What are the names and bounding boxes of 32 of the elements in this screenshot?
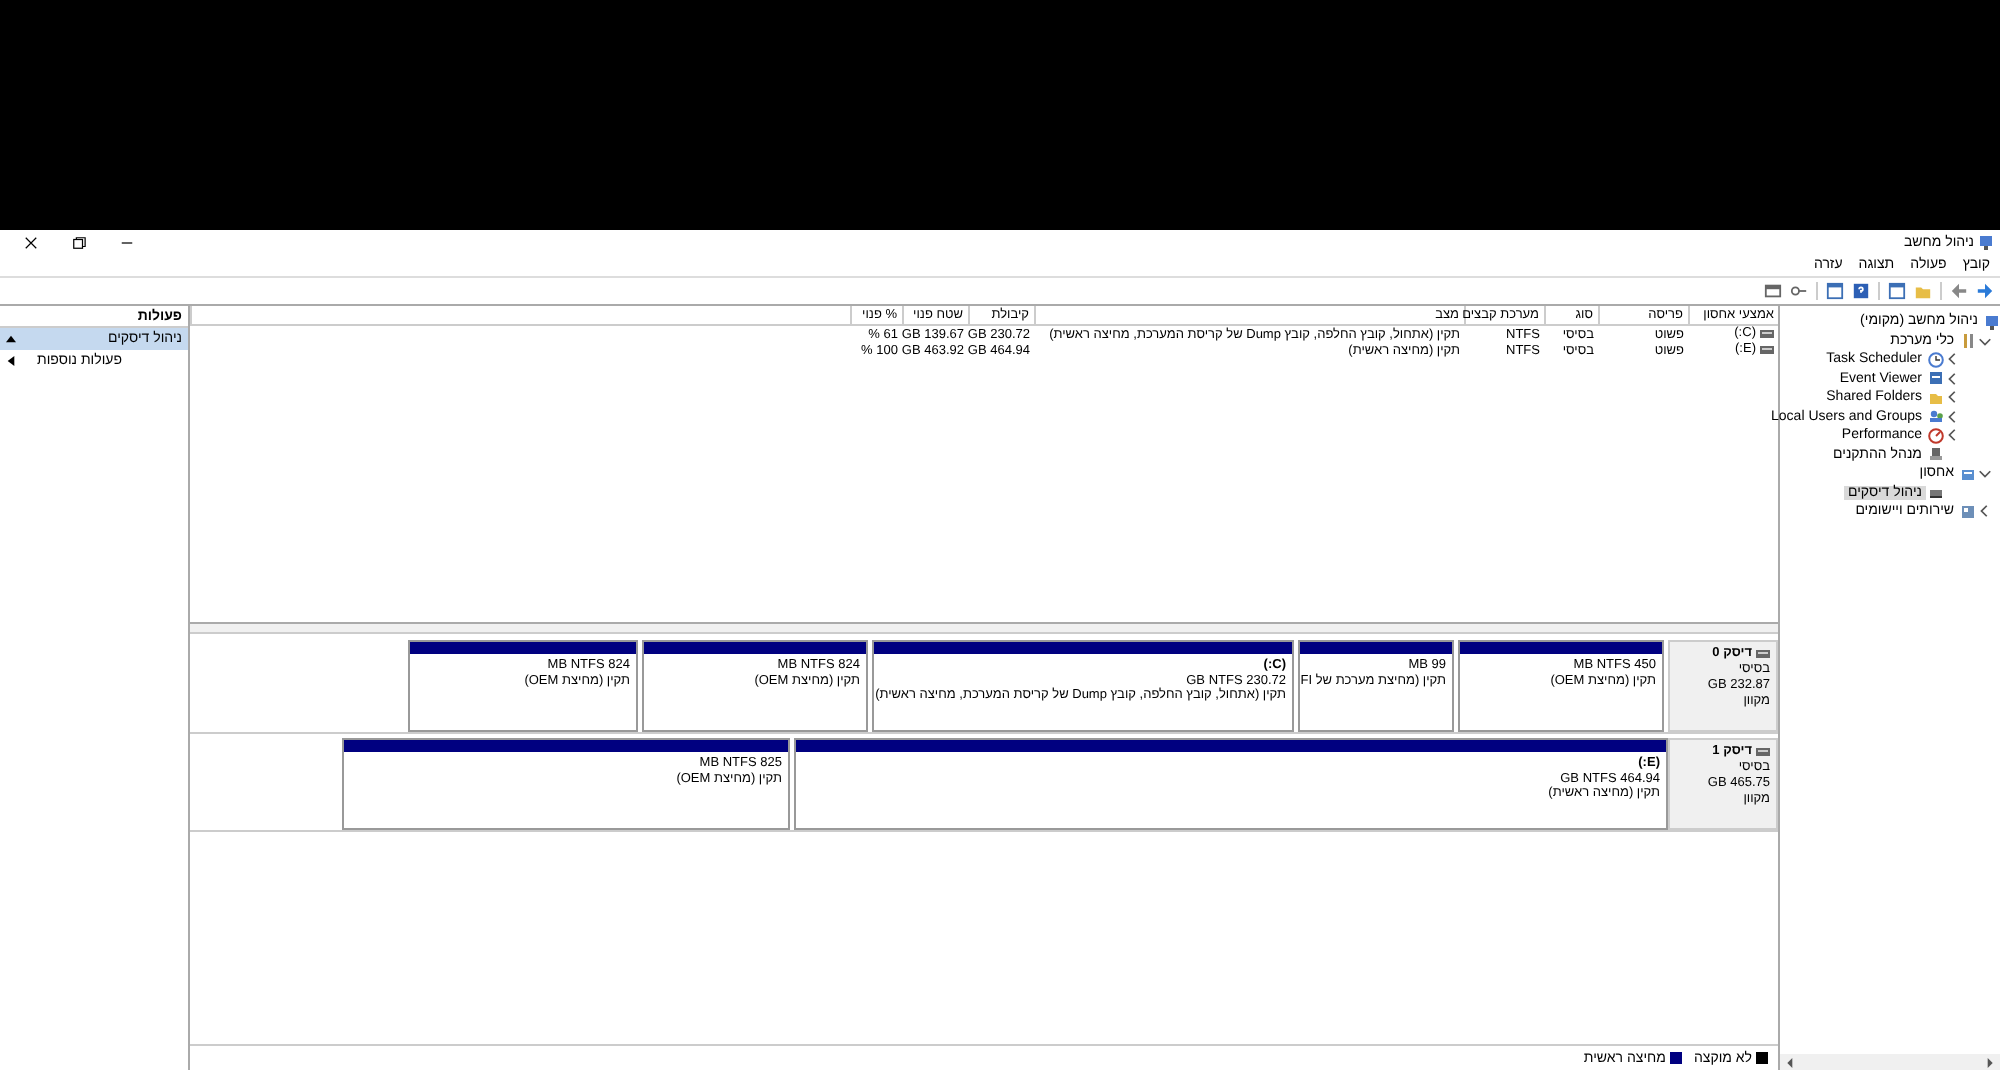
scroll-left-icon[interactable] bbox=[1784, 1057, 1794, 1067]
folder-icon bbox=[1928, 389, 1944, 406]
clock-icon bbox=[1928, 351, 1944, 368]
help-icon[interactable] bbox=[1852, 282, 1870, 300]
drive-icon bbox=[1756, 650, 1770, 658]
chevron-left-icon[interactable] bbox=[1946, 409, 1960, 424]
window-icon[interactable] bbox=[1764, 282, 1782, 300]
drive-icon bbox=[1760, 345, 1774, 354]
window-icon[interactable] bbox=[1826, 282, 1844, 300]
chevron-left-icon[interactable] bbox=[1978, 504, 1992, 519]
scrollbar[interactable] bbox=[1780, 1054, 2000, 1070]
gauge-icon bbox=[1928, 427, 1944, 444]
chevron-left-icon[interactable] bbox=[1946, 352, 1960, 367]
caret-left-icon bbox=[6, 356, 16, 366]
window-icon[interactable] bbox=[1888, 282, 1906, 300]
computer-icon bbox=[1984, 313, 2000, 330]
drive-icon bbox=[1756, 748, 1770, 756]
drive-icon bbox=[1760, 329, 1774, 338]
chevron-down-icon[interactable] bbox=[1978, 333, 1992, 348]
restore-icon bbox=[71, 235, 85, 249]
arrow-left-icon[interactable] bbox=[1950, 282, 1968, 300]
close-icon bbox=[23, 235, 37, 249]
computer-icon bbox=[1978, 234, 1994, 250]
caret-up-icon bbox=[6, 334, 16, 344]
scroll-right-icon[interactable] bbox=[1986, 1057, 1996, 1067]
users-icon bbox=[1928, 408, 1944, 425]
chevron-left-icon[interactable] bbox=[1946, 371, 1960, 386]
chevron-left-icon[interactable] bbox=[1946, 428, 1960, 443]
chevron-down-icon[interactable] bbox=[1978, 466, 1992, 481]
chevron-left-icon[interactable] bbox=[1946, 390, 1960, 405]
key-icon[interactable] bbox=[1790, 282, 1808, 300]
arrow-right-icon[interactable] bbox=[1976, 282, 1994, 300]
